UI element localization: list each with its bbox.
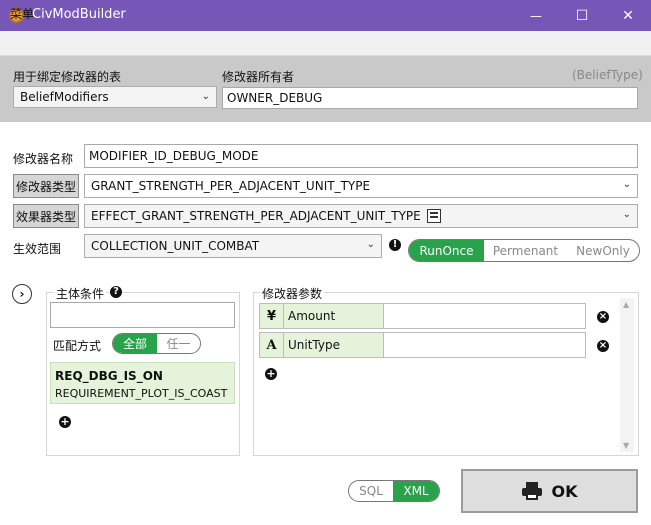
param-value-input[interactable] bbox=[384, 333, 585, 357]
subject-search-input[interactable] bbox=[50, 302, 235, 328]
chevron-down-icon: ⌄ bbox=[366, 239, 375, 250]
effect-select[interactable]: EFFECT_GRANT_STRENGTH_PER_ADJACENT_UNIT_… bbox=[84, 204, 638, 228]
chevron-down-icon: ⌄ bbox=[622, 209, 631, 220]
maximize-icon: ☐ bbox=[575, 7, 589, 24]
minimize-icon: — bbox=[530, 8, 542, 23]
name-input[interactable]: MODIFIER_ID_DEBUG_MODE bbox=[84, 144, 638, 168]
scope-label: 生效范围 bbox=[13, 242, 62, 256]
menu-item[interactable]: 菜单 bbox=[10, 5, 34, 22]
notebook-icon[interactable] bbox=[426, 209, 441, 223]
type-select-value: GRANT_STRENGTH_PER_ADJACENT_UNIT_TYPE bbox=[91, 179, 371, 193]
requirement-item[interactable]: REQ_DBG_IS_ON REQUIREMENT_PLOT_IS_COAST bbox=[50, 362, 235, 404]
match-label: 匹配方式 bbox=[53, 339, 102, 353]
format-toggle[interactable]: SQL XML bbox=[348, 480, 440, 502]
type-label-button[interactable]: 修改器类型 bbox=[13, 174, 79, 198]
owner-label: 修改器所有者 bbox=[222, 70, 295, 84]
warning-icon[interactable]: ! bbox=[389, 239, 401, 251]
chevron-down-icon: ⌄ bbox=[622, 179, 631, 190]
param-row[interactable]: A UnitType bbox=[259, 332, 586, 358]
scroll-up-icon[interactable]: ▲ bbox=[623, 300, 629, 309]
subject-title: 主体条件 bbox=[54, 285, 107, 302]
table-select[interactable]: BeliefModifiers ⌄ bbox=[13, 86, 217, 108]
remove-param-icon[interactable]: × bbox=[597, 340, 609, 352]
add-requirement-icon[interactable]: + bbox=[59, 416, 71, 428]
ok-label: OK bbox=[551, 481, 578, 501]
new-only-option[interactable]: NewOnly bbox=[567, 240, 639, 261]
window-title: CivModBuilder bbox=[32, 7, 126, 22]
param-value-input[interactable] bbox=[384, 304, 585, 328]
scope-select[interactable]: COLLECTION_UNIT_COMBAT ⌄ bbox=[84, 234, 382, 258]
minimize-button[interactable]: — bbox=[513, 0, 559, 31]
maximize-button[interactable]: ☐ bbox=[559, 0, 605, 31]
param-name: UnitType bbox=[284, 333, 384, 357]
requirement-type: REQUIREMENT_PLOT_IS_COAST bbox=[55, 387, 228, 400]
close-button[interactable]: ✕ bbox=[605, 0, 651, 31]
table-label: 用于绑定修改器的表 bbox=[13, 70, 122, 84]
owner-input[interactable]: OWNER_DEBUG bbox=[222, 87, 638, 109]
params-scrollbar[interactable]: ▲ ▼ bbox=[620, 298, 634, 452]
chevron-down-icon: ⌄ bbox=[201, 91, 210, 102]
match-any-option[interactable]: 任一 bbox=[157, 334, 200, 353]
permenant-option[interactable]: Permenant bbox=[484, 240, 567, 261]
text-type-icon: A bbox=[260, 333, 284, 357]
add-param-icon[interactable]: + bbox=[265, 368, 277, 380]
effect-select-value: EFFECT_GRANT_STRENGTH_PER_ADJACENT_UNIT_… bbox=[91, 209, 421, 223]
match-all-option[interactable]: 全部 bbox=[113, 334, 157, 353]
param-row[interactable]: ¥ Amount bbox=[259, 303, 586, 329]
owner-hint: (BeliefType) bbox=[572, 68, 643, 82]
match-mode-toggle[interactable]: 全部 任一 bbox=[112, 333, 201, 354]
name-label: 修改器名称 bbox=[13, 152, 74, 166]
ok-button[interactable]: OK bbox=[461, 469, 638, 513]
menu-bar bbox=[0, 31, 651, 56]
run-once-option[interactable]: RunOnce bbox=[409, 240, 484, 261]
run-mode-toggle[interactable]: RunOnce Permenant NewOnly bbox=[408, 239, 640, 262]
type-select[interactable]: GRANT_STRENGTH_PER_ADJACENT_UNIT_TYPE ⌄ bbox=[84, 174, 638, 198]
expand-chevron-icon[interactable]: › bbox=[12, 284, 32, 304]
currency-icon: ¥ bbox=[260, 304, 284, 328]
requirement-id: REQ_DBG_IS_ON bbox=[55, 369, 163, 383]
close-icon: ✕ bbox=[622, 7, 634, 24]
xml-option[interactable]: XML bbox=[393, 481, 439, 501]
params-title: 修改器参数 bbox=[260, 285, 325, 302]
scope-select-value: COLLECTION_UNIT_COMBAT bbox=[91, 239, 260, 253]
sql-option[interactable]: SQL bbox=[349, 481, 393, 501]
help-icon[interactable]: ? bbox=[110, 286, 122, 298]
param-name: Amount bbox=[284, 304, 384, 328]
scroll-down-icon[interactable]: ▼ bbox=[623, 441, 629, 450]
printer-icon bbox=[521, 482, 542, 500]
table-select-value: BeliefModifiers bbox=[20, 90, 109, 104]
effect-label-button[interactable]: 效果器类型 bbox=[13, 204, 79, 228]
remove-param-icon[interactable]: × bbox=[597, 311, 609, 323]
